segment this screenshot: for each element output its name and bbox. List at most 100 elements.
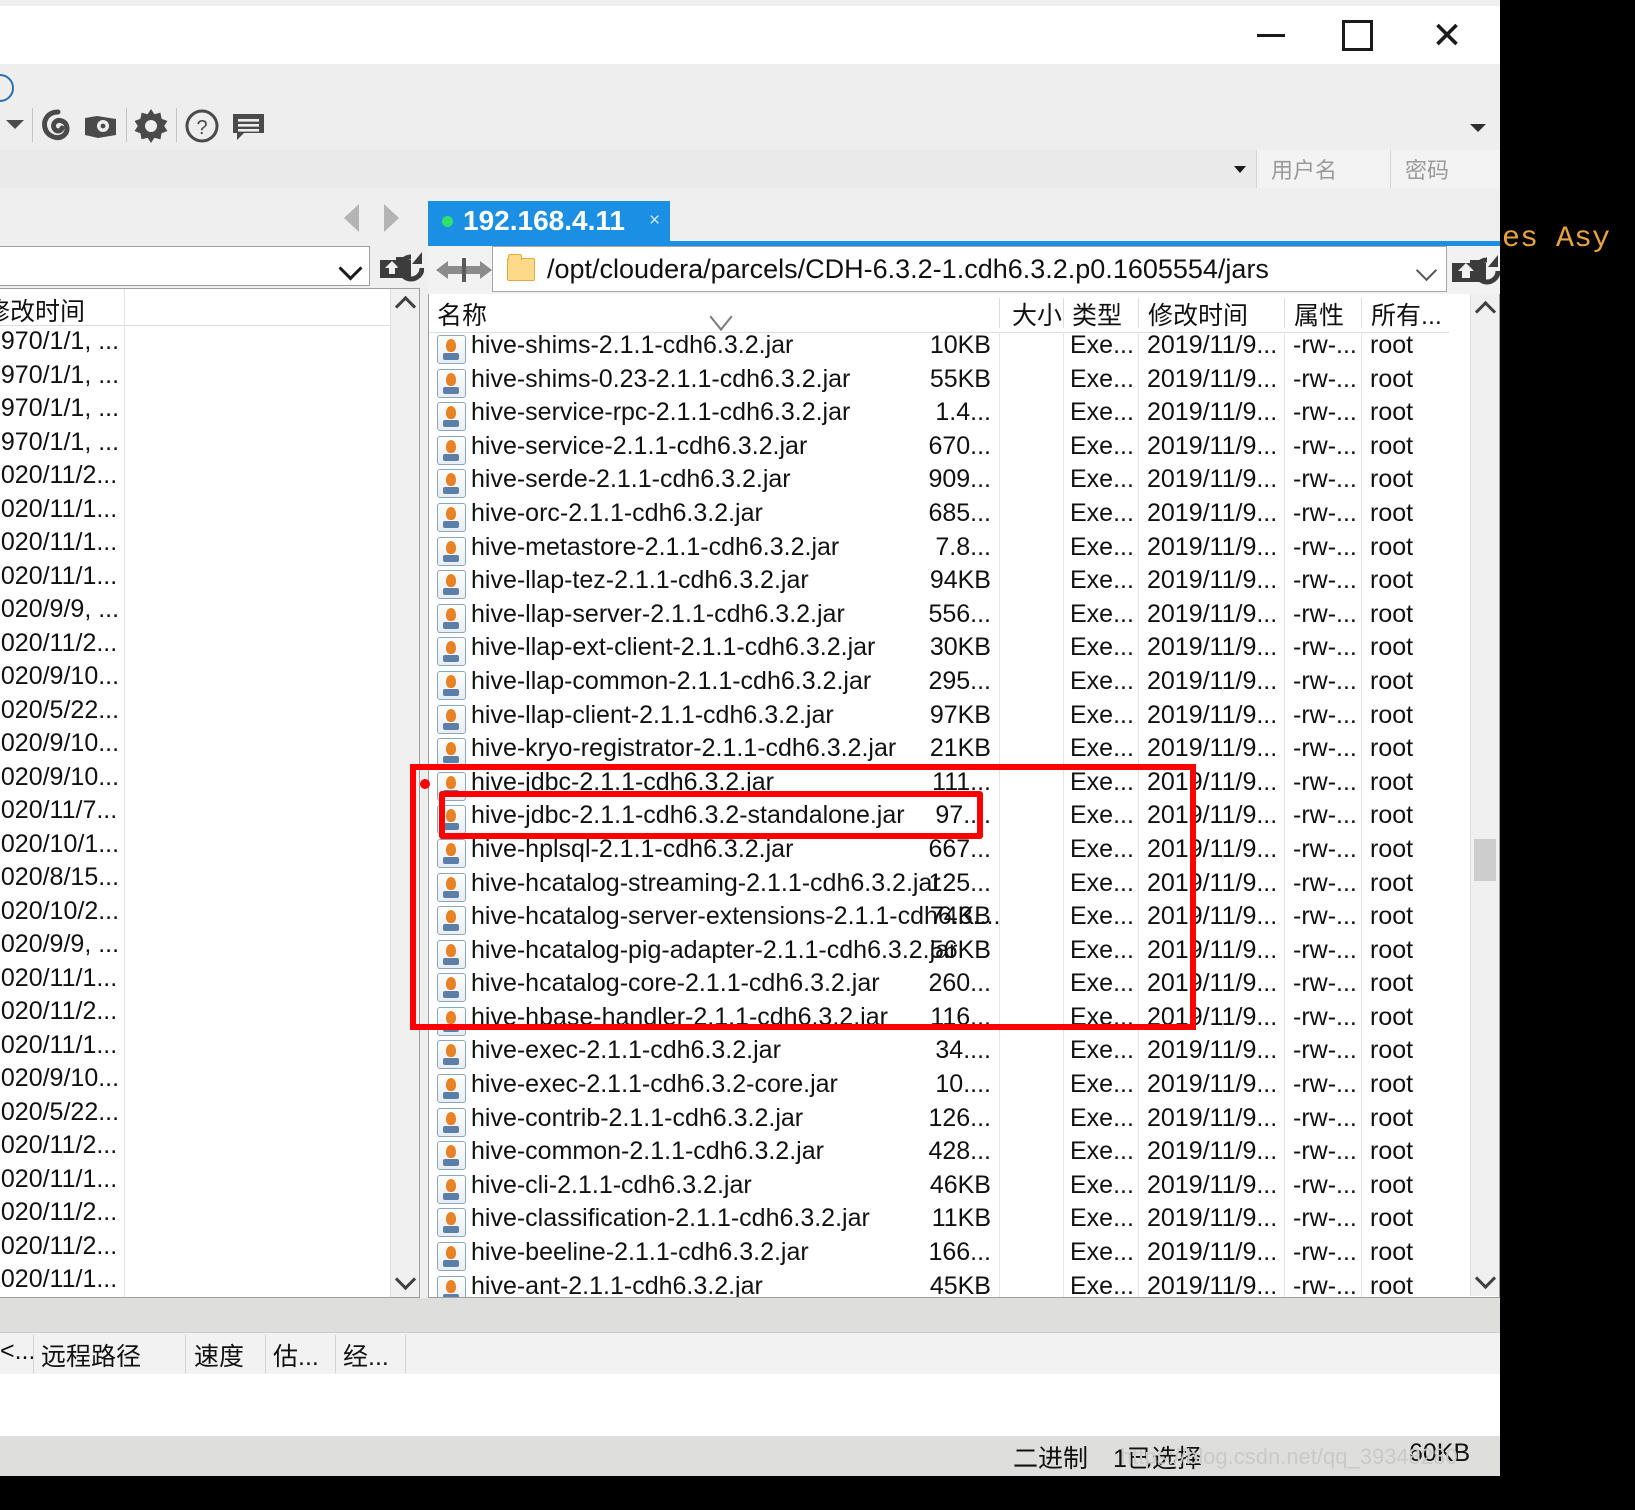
- table-row[interactable]: hive-shims-2.1.1-cdh6.3.2.jar 10KB Exe... 2…: [429, 331, 1449, 366]
- toolbar-dropdown-caret-icon[interactable]: [6, 120, 24, 129]
- queue-column-divider[interactable]: [405, 1335, 406, 1373]
- local-list-row[interactable]: 2020/9/10...: [0, 727, 124, 761]
- queue-column-local[interactable]: <...: [0, 1337, 35, 1366]
- column-divider[interactable]: [999, 298, 1000, 328]
- local-scroll-down-button[interactable]: [391, 1267, 419, 1297]
- local-list-row[interactable]: 2020/8/15...: [0, 861, 124, 895]
- local-list-row[interactable]: 1970/1/1, ...: [0, 359, 124, 393]
- password-field[interactable]: 密码: [1390, 150, 1500, 188]
- column-header-attributes[interactable]: 属性: [1294, 296, 1344, 332]
- remote-scroll-up-button[interactable]: [1471, 294, 1499, 324]
- table-row[interactable]: hive-common-2.1.1-cdh6.3.2.jar 428... Exe.…: [429, 1137, 1449, 1172]
- table-row[interactable]: hive-llap-server-2.1.1-cdh6.3.2.jar 556..…: [429, 600, 1449, 635]
- column-divider[interactable]: [1063, 298, 1064, 328]
- local-list-row[interactable]: 2020/9/9, ...: [0, 593, 124, 627]
- table-row[interactable]: hive-llap-client-2.1.1-cdh6.3.2.jar 97KB E…: [429, 701, 1449, 736]
- local-list-row[interactable]: 2020/10/1...: [0, 828, 124, 862]
- table-row[interactable]: hive-contrib-2.1.1-cdh6.3.2.jar 126... Exe…: [429, 1104, 1449, 1139]
- queue-column-divider[interactable]: [335, 1335, 336, 1373]
- username-field[interactable]: 用户名: [1256, 150, 1390, 188]
- local-list-row[interactable]: 2020/11/1...: [0, 962, 124, 996]
- local-list-row[interactable]: 2020/11/1...: [0, 526, 124, 560]
- help-icon[interactable]: ?: [182, 106, 222, 146]
- remote-column-header[interactable]: 名称 大小 类型 修改时间 属性 所有...: [429, 294, 1449, 333]
- server-tab-192-168-4-11[interactable]: 192.168.4.11 ×: [428, 201, 670, 241]
- local-column-header[interactable]: 修改时间: [0, 289, 419, 326]
- table-row[interactable]: hive-orc-2.1.1-cdh6.3.2.jar 685... Exe... 2…: [429, 499, 1449, 534]
- table-row[interactable]: hive-exec-2.1.1-cdh6.3.2.jar 34.... Exe...…: [429, 1036, 1449, 1071]
- table-row[interactable]: hive-shims-0.23-2.1.1-cdh6.3.2.jar 55KB Ex…: [429, 365, 1449, 400]
- table-row[interactable]: hive-llap-tez-2.1.1-cdh6.3.2.jar 94KB Exe.…: [429, 566, 1449, 601]
- local-path-combobox[interactable]: [0, 246, 370, 286]
- local-list-row[interactable]: 2020/11/2...: [0, 1129, 124, 1163]
- queue-column-header[interactable]: <... 远程路径 速度 估... 经...: [0, 1332, 1500, 1376]
- maximize-button[interactable]: [1314, 6, 1400, 64]
- local-list-row[interactable]: 2020/11/1...: [0, 1029, 124, 1063]
- panel-nav-arrows[interactable]: [340, 200, 420, 240]
- queue-list[interactable]: [0, 1374, 1500, 1436]
- column-header-size[interactable]: 大小: [1012, 296, 1062, 332]
- table-row[interactable]: hive-cli-2.1.1-cdh6.3.2.jar 46KB Exe... 201…: [429, 1171, 1449, 1206]
- table-row[interactable]: hive-service-rpc-2.1.1-cdh6.3.2.jar 1.4..…: [429, 398, 1449, 433]
- table-row[interactable]: hive-beeline-2.1.1-cdh6.3.2.jar 166... Exe…: [429, 1238, 1449, 1273]
- table-row[interactable]: hive-classification-2.1.1-cdh6.3.2.jar 11…: [429, 1204, 1449, 1239]
- toolbar-overflow-caret-icon[interactable]: [1470, 124, 1486, 132]
- queue-column-elapsed[interactable]: 经...: [343, 1337, 389, 1373]
- column-divider[interactable]: [1361, 298, 1362, 328]
- local-list-row[interactable]: 2020/9/10...: [0, 1062, 124, 1096]
- column-header-type[interactable]: 类型: [1072, 296, 1122, 332]
- local-list-row[interactable]: 2020/5/22...: [0, 1096, 124, 1130]
- local-list-row[interactable]: 1970/1/1, ...: [0, 325, 124, 359]
- local-list-row[interactable]: 2020/11/1...: [0, 1263, 124, 1297]
- folder-transfer-icon[interactable]: [80, 106, 120, 146]
- queue-column-speed[interactable]: 速度: [194, 1337, 244, 1373]
- local-list-row[interactable]: 2020/11/1...: [0, 560, 124, 594]
- site-manager-icon[interactable]: [38, 106, 78, 146]
- queue-column-eta[interactable]: 估...: [273, 1337, 319, 1373]
- local-list-row[interactable]: 2020/11/2...: [0, 1230, 124, 1264]
- column-header-name[interactable]: 名称: [437, 296, 487, 332]
- chat-icon[interactable]: [228, 106, 268, 146]
- remote-path-input[interactable]: /opt/cloudera/parcels/CDH-6.3.2-1.cdh6.3…: [492, 246, 1447, 292]
- local-file-list[interactable]: 修改时间 1970/1/1, ...1970/1/1, ...1970/1/1,…: [0, 288, 420, 1298]
- settings-gear-icon[interactable]: [131, 106, 171, 146]
- local-list-row[interactable]: 2020/11/1...: [0, 1163, 124, 1197]
- table-row[interactable]: hive-metastore-2.1.1-cdh6.3.2.jar 7.8... E…: [429, 533, 1449, 568]
- resize-handle-icon[interactable]: [434, 254, 494, 286]
- local-list-row[interactable]: 2020/11/2...: [0, 627, 124, 661]
- queue-column-divider[interactable]: [185, 1335, 186, 1373]
- remote-refresh-upload-icon[interactable]: [1450, 248, 1500, 290]
- local-list-row[interactable]: 2020/11/2...: [0, 1196, 124, 1230]
- local-list-row[interactable]: 2020/10/2...: [0, 895, 124, 929]
- close-button[interactable]: ✕: [1404, 6, 1490, 64]
- queue-column-divider[interactable]: [33, 1335, 34, 1373]
- column-header-owner[interactable]: 所有...: [1371, 296, 1442, 332]
- table-row[interactable]: hive-serde-2.1.1-cdh6.3.2.jar 909... Exe..…: [429, 465, 1449, 500]
- table-row[interactable]: hive-ant-2.1.1-cdh6.3.2.jar 45KB Exe... 201…: [429, 1272, 1449, 1297]
- local-list-row[interactable]: 1970/1/1, ...: [0, 426, 124, 460]
- local-list-row[interactable]: 2020/11/1...: [0, 493, 124, 527]
- table-row[interactable]: hive-llap-ext-client-2.1.1-cdh6.3.2.jar 3…: [429, 633, 1449, 668]
- column-divider[interactable]: [1138, 298, 1139, 328]
- table-row[interactable]: hive-exec-2.1.1-cdh6.3.2-core.jar 10.... E…: [429, 1070, 1449, 1105]
- local-list-row[interactable]: 2020/9/10...: [0, 660, 124, 694]
- table-row[interactable]: hive-service-2.1.1-cdh6.3.2.jar 670... Exe…: [429, 432, 1449, 467]
- nav-back-arrow-icon[interactable]: [344, 204, 359, 232]
- local-list-row[interactable]: 2020/5/22...: [0, 694, 124, 728]
- chevron-down-icon[interactable]: [1415, 259, 1438, 282]
- column-divider[interactable]: [1284, 298, 1285, 328]
- local-list-row[interactable]: 2020/11/2...: [0, 995, 124, 1029]
- local-list-row[interactable]: 1970/1/1, ...: [0, 392, 124, 426]
- local-list-row[interactable]: 2020/9/10...: [0, 761, 124, 795]
- minimize-button[interactable]: [1228, 6, 1314, 64]
- remote-scroll-thumb[interactable]: [1474, 839, 1496, 881]
- local-refresh-upload-icon[interactable]: [378, 246, 425, 286]
- local-list-row[interactable]: 2020/11/2...: [0, 459, 124, 493]
- local-scroll-up-button[interactable]: [391, 289, 419, 319]
- queue-column-divider[interactable]: [265, 1335, 266, 1373]
- remote-scroll-down-button[interactable]: [1471, 1266, 1499, 1296]
- column-header-modified[interactable]: 修改时间: [1148, 296, 1248, 332]
- nav-forward-arrow-icon[interactable]: [384, 204, 399, 232]
- remote-vertical-scrollbar[interactable]: [1470, 294, 1499, 1296]
- tab-close-icon[interactable]: ×: [649, 210, 660, 232]
